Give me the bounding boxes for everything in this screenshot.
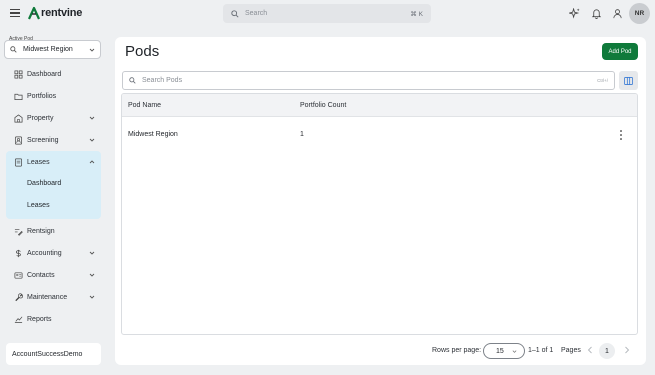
- sparkle-icon[interactable]: [569, 8, 580, 19]
- chevron-up-icon: [89, 160, 95, 164]
- sidebar-item-dashboard[interactable]: Dashboard: [6, 65, 102, 83]
- sidebar-item-label: Maintenance: [27, 293, 68, 301]
- top-bar: rentvine Search ⌘ K NR: [0, 0, 655, 27]
- column-header-portfolio-count[interactable]: Portfolio Count: [300, 102, 346, 109]
- rows-per-page-label: Rows per page:: [432, 347, 482, 354]
- dashboard-icon: [14, 70, 23, 78]
- active-pod-select[interactable]: Midwest Region: [4, 40, 101, 59]
- chevron-down-icon: [89, 48, 95, 52]
- pagination-range: 1–1 of 1: [528, 347, 554, 354]
- table-row[interactable]: Midwest Region 1: [122, 125, 637, 145]
- column-header-pod-name[interactable]: Pod Name: [128, 102, 161, 109]
- sidebar-item-label: Property: [27, 114, 54, 122]
- search-icon: [129, 77, 136, 84]
- sidebar-item-label: Dashboard: [27, 70, 62, 78]
- add-pod-button[interactable]: Add Pod: [602, 43, 638, 60]
- page-title: Pods: [125, 43, 160, 60]
- brand-name: rentvine: [41, 7, 83, 19]
- search-placeholder: Search: [245, 10, 268, 17]
- chevron-right-icon[interactable]: [624, 346, 630, 354]
- chevron-down-icon: [89, 295, 95, 299]
- contact-card-icon: [14, 271, 23, 279]
- search-pods-input[interactable]: Search Pods Ctrl+/: [122, 71, 615, 90]
- sidebar-item-accounting[interactable]: Accounting: [6, 244, 102, 262]
- chevron-down-icon: [512, 350, 517, 353]
- main-panel: Pods Add Pod Search Pods Ctrl+/ Pod Name…: [115, 37, 646, 365]
- lease-icon: [14, 158, 23, 166]
- sidebar-item-rentsign[interactable]: Rentsign: [6, 222, 102, 240]
- portfolio-count-cell: 1: [300, 131, 304, 138]
- sidebar-item-label: Leases: [27, 158, 50, 166]
- avatar[interactable]: NR: [629, 3, 650, 24]
- wrench-icon: [15, 292, 23, 301]
- bell-icon[interactable]: [591, 8, 602, 19]
- table-header: Pod Name Portfolio Count: [122, 94, 637, 117]
- chevron-down-icon: [89, 273, 95, 277]
- screening-icon: [14, 136, 23, 144]
- sidebar-subitem-leases-list[interactable]: Leases: [27, 202, 50, 209]
- sidebar-subitem-leases-dashboard[interactable]: Dashboard: [27, 180, 61, 187]
- chevron-left-icon[interactable]: [587, 346, 593, 354]
- sidebar-item-reports[interactable]: Reports: [6, 310, 102, 328]
- search-pods-shortcut: Ctrl+/: [597, 78, 608, 83]
- chevron-down-icon: [89, 251, 95, 255]
- global-search-input[interactable]: Search ⌘ K: [223, 4, 431, 23]
- sidebar-item-leases[interactable]: Leases: [6, 153, 102, 171]
- sidebar-item-label: Reports: [27, 315, 52, 323]
- active-pod-value: Midwest Region: [23, 46, 73, 53]
- column-settings-button[interactable]: [619, 71, 638, 90]
- sidebar-item-label: Contacts: [27, 271, 55, 279]
- search-shortcut: ⌘ K: [410, 10, 423, 18]
- folder-icon: [14, 93, 23, 100]
- building-icon: [14, 113, 23, 122]
- rows-per-page-value: 15: [496, 347, 504, 355]
- sidebar-item-screening[interactable]: Screening: [6, 131, 102, 149]
- account-switcher[interactable]: AccountSuccessDemo: [6, 343, 101, 365]
- chart-icon: [14, 316, 23, 323]
- sidebar-item-label: Accounting: [27, 249, 62, 257]
- sidebar-item-portfolios[interactable]: Portfolios: [6, 87, 102, 105]
- rows-per-page-select[interactable]: 15: [483, 343, 525, 359]
- dollar-icon: [16, 249, 21, 257]
- search-icon: [231, 9, 239, 18]
- chevron-down-icon: [89, 138, 95, 142]
- sidebar-item-label: Rentsign: [27, 227, 55, 235]
- pages-label: Pages: [561, 347, 581, 354]
- pagination-footer: Rows per page: 15 1–1 of 1 Pages 1: [115, 341, 646, 361]
- columns-icon: [624, 76, 633, 85]
- rentvine-logo-icon: [28, 6, 40, 20]
- sidebar-item-label: Portfolios: [27, 92, 57, 100]
- current-page[interactable]: 1: [599, 343, 615, 359]
- search-pods-placeholder: Search Pods: [142, 77, 183, 84]
- pod-name-cell: Midwest Region: [128, 131, 178, 138]
- sidebar-item-label: Screening: [27, 136, 59, 144]
- signature-icon: [14, 228, 23, 236]
- user-icon[interactable]: [612, 8, 623, 19]
- sidebar-item-property[interactable]: Property: [6, 109, 102, 127]
- sidebar-item-contacts[interactable]: Contacts: [6, 266, 102, 284]
- sidebar: Active Pod Midwest Region Dashboard Port…: [0, 27, 108, 375]
- menu-icon[interactable]: [10, 8, 20, 18]
- pods-table: Pod Name Portfolio Count Midwest Region …: [121, 93, 638, 335]
- brand-logo[interactable]: rentvine: [28, 6, 82, 20]
- search-icon: [10, 46, 17, 53]
- sidebar-item-maintenance[interactable]: Maintenance: [6, 288, 102, 306]
- chevron-down-icon: [89, 116, 95, 120]
- more-actions-icon[interactable]: [619, 130, 623, 140]
